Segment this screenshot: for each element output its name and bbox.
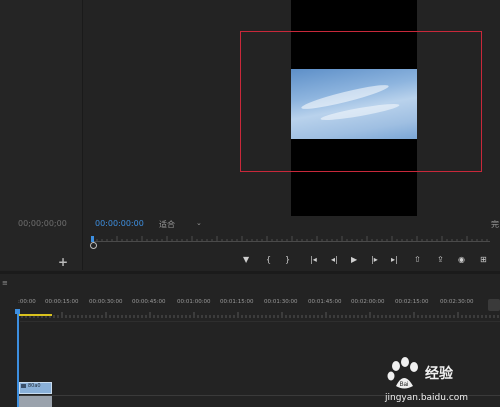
monitor-ruler: [91, 236, 488, 241]
ruler-label: 00:01:15:00: [220, 299, 254, 305]
export-frame-icon[interactable]: ◉: [458, 255, 465, 264]
work-area-bar[interactable]: [18, 314, 52, 316]
add-button[interactable]: +: [58, 255, 68, 269]
timeline-ruler[interactable]: [16, 312, 500, 318]
marker-icon[interactable]: ▼: [243, 255, 249, 264]
ruler-label: 00:01:30:00: [264, 299, 298, 305]
ruler-label: 00:02:00:00: [351, 299, 385, 305]
step-back-icon[interactable]: ◂|: [331, 255, 338, 264]
track-divider: [20, 321, 500, 322]
ruler-label: 00:01:45:00: [308, 299, 342, 305]
panel-menu-icon[interactable]: ≡: [2, 279, 8, 287]
source-panel: [0, 0, 83, 270]
fit-dropdown[interactable]: 适合: [159, 219, 175, 230]
watermark-url: jingyan.baidu.com: [385, 393, 469, 403]
panel-divider[interactable]: [0, 271, 500, 274]
quality-dropdown[interactable]: 完: [491, 219, 499, 230]
ruler-label: 00:00:45:00: [132, 299, 166, 305]
audio-clip[interactable]: [19, 396, 52, 407]
go-to-in-icon[interactable]: |◂: [310, 255, 317, 264]
source-timecode[interactable]: 00;00;00;00: [18, 219, 67, 228]
extract-icon[interactable]: ⇪: [437, 255, 444, 264]
ruler-label: 00:01:00:00: [177, 299, 211, 305]
chevron-down-icon[interactable]: ⌄: [196, 219, 202, 227]
mark-out-icon[interactable]: }: [285, 255, 290, 264]
ruler-label: :00:00: [18, 299, 36, 305]
fx-badge-icon: [21, 384, 26, 388]
baidu-paw-logo: Bai: [387, 357, 418, 389]
play-icon[interactable]: ▶: [351, 255, 357, 264]
ruler-label: 00:00:15:00: [45, 299, 79, 305]
timeline-playhead-line[interactable]: [17, 310, 19, 407]
clip-label: 80a0: [28, 383, 41, 389]
highlight-box: [240, 31, 482, 172]
baidu-logo-text: Bai: [400, 382, 409, 388]
timeline-playhead-handle[interactable]: [15, 309, 20, 314]
timeline-scroll-button[interactable]: [488, 299, 500, 311]
watermark-title: 经验: [425, 366, 453, 382]
step-forward-icon[interactable]: |▸: [371, 255, 378, 264]
zoom-handle-icon[interactable]: [90, 242, 97, 249]
ruler-label: 00:00:30:00: [89, 299, 123, 305]
program-timecode[interactable]: 00:00:00:00: [95, 219, 144, 228]
lift-icon[interactable]: ⇧: [414, 255, 421, 264]
button-editor-icon[interactable]: ⊞: [480, 255, 487, 264]
mark-in-icon[interactable]: {: [266, 255, 271, 264]
go-to-out-icon[interactable]: ▸|: [391, 255, 398, 264]
ruler-label: 00:02:30:00: [440, 299, 474, 305]
ruler-label: 00:02:15:00: [395, 299, 429, 305]
